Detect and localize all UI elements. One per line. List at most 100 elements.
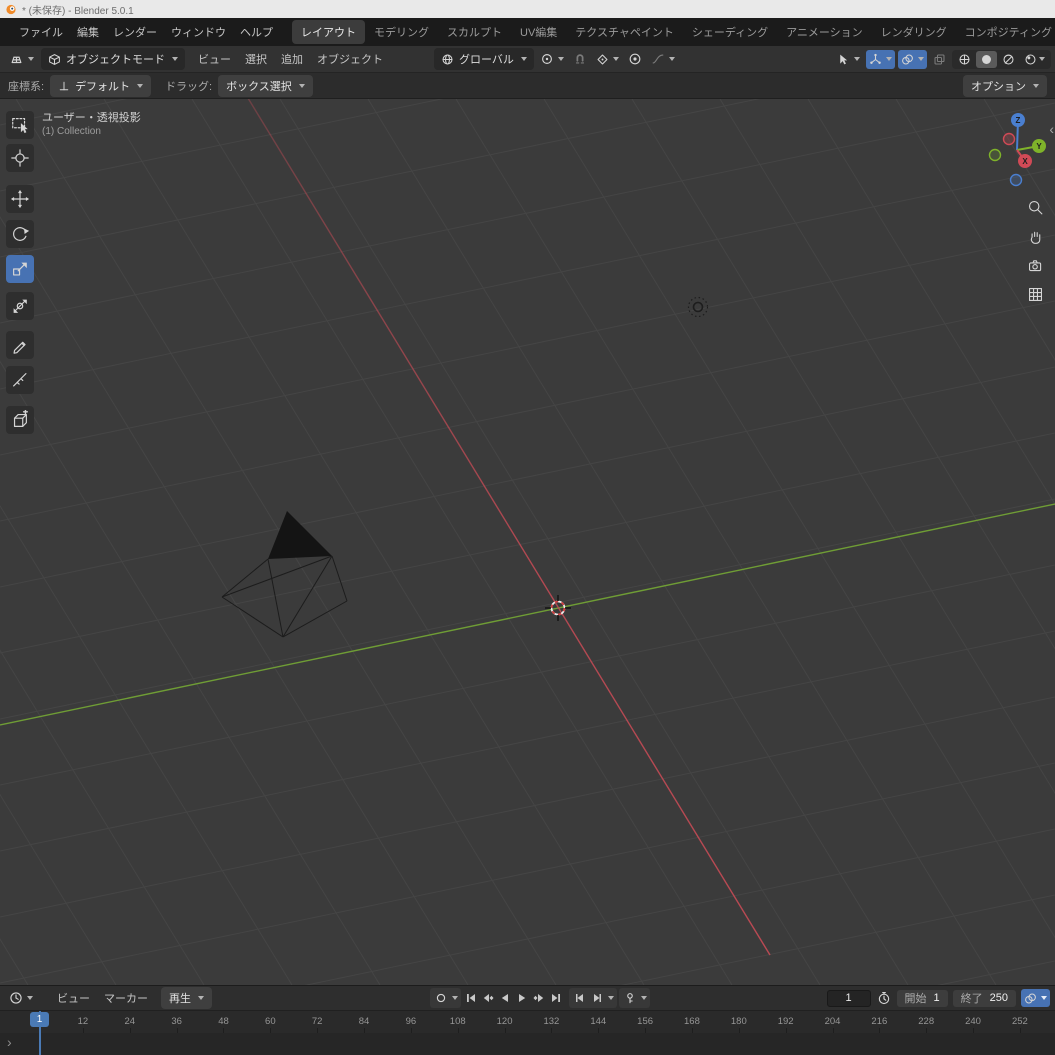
proportional-falloff-dropdown[interactable] <box>648 49 678 69</box>
tool-cursor[interactable] <box>6 144 34 172</box>
viewport-menu-4[interactable]: オブジェクト <box>310 48 390 70</box>
light-object[interactable] <box>687 296 709 318</box>
keying-popover[interactable] <box>641 996 647 1000</box>
snap-target-icon <box>597 54 608 64</box>
jump-to-start-button[interactable] <box>463 989 478 1007</box>
object-mode-dropdown[interactable]: オブジェクトモード <box>41 48 185 70</box>
snap-target-dropdown[interactable] <box>593 50 622 69</box>
play-button[interactable] <box>514 989 529 1007</box>
playhead[interactable]: 1 <box>30 1012 49 1027</box>
scale-tool-icon <box>13 262 27 276</box>
tool-add-cube[interactable] <box>6 406 34 434</box>
frame-jump-forward-button[interactable] <box>589 989 604 1007</box>
frame-end-field[interactable]: 終了 250 <box>952 989 1016 1007</box>
gizmo-axis-y-negative[interactable] <box>988 148 1002 162</box>
viewport-menu-1[interactable]: ビュー <box>191 48 238 70</box>
tool-move[interactable] <box>6 185 34 213</box>
tool-rotate[interactable] <box>6 220 34 248</box>
jump-next-keyframe-button[interactable] <box>531 989 546 1007</box>
timeline-menu-2[interactable]: マーカー <box>97 987 155 1009</box>
viewport-3d[interactable]: ユーザー・透視投影 (1) Collection Z Y X ‹ <box>0 99 1055 985</box>
auto-keying-popover[interactable] <box>452 996 458 1000</box>
channel-expand-chevron[interactable]: › <box>7 1034 12 1050</box>
navigation-gizmo[interactable]: Z Y X <box>982 105 1052 197</box>
tool-measure[interactable] <box>6 366 34 394</box>
snap-toggle[interactable] <box>570 49 590 69</box>
transform-orientation-dropdown[interactable]: グローバル <box>434 48 534 70</box>
ruler-frame-36: 36 <box>171 1016 182 1027</box>
coord-axes-icon <box>59 81 69 90</box>
pivot-point-dropdown[interactable] <box>537 49 567 69</box>
tool-select-box[interactable] <box>6 111 34 139</box>
coord-system-dropdown[interactable]: デフォルト <box>50 74 152 97</box>
coord-system-label: 座標系: <box>8 80 45 93</box>
show-overlays-toggle[interactable] <box>898 49 927 69</box>
shading-wireframe-icon <box>959 54 970 64</box>
pan-view-button[interactable] <box>1024 225 1046 247</box>
frame-start-field[interactable]: 開始 1 <box>896 989 948 1007</box>
menu-2[interactable]: 編集 <box>70 21 106 43</box>
workspace-tab-6[interactable]: シェーディング <box>683 20 777 44</box>
workspace-tabs: レイアウト モデリング スカルプト UV編集 テクスチャペイント シェーディング アニメーシ… <box>292 20 1055 44</box>
menu-3[interactable]: レンダー <box>106 21 164 43</box>
proportional-editing-icon <box>629 53 641 65</box>
move-tool-icon <box>10 189 30 209</box>
workspace-tab-7[interactable]: アニメーション <box>777 20 872 44</box>
tool-scale[interactable] <box>6 255 34 283</box>
shading-solid-button[interactable] <box>976 50 997 68</box>
menu-5[interactable]: ヘルプ <box>233 21 280 43</box>
menu-1[interactable]: ファイル <box>12 21 70 43</box>
options-label: オプション <box>971 80 1026 93</box>
options-dropdown[interactable]: オプション <box>963 74 1047 97</box>
play-reverse-button[interactable] <box>497 989 512 1007</box>
zoom-view-button[interactable] <box>1024 196 1046 218</box>
timeline-editor-type-selector[interactable] <box>6 988 36 1008</box>
drag-mode-dropdown[interactable]: ボックス選択 <box>218 74 313 97</box>
frame-jump-popover[interactable] <box>608 996 614 1000</box>
shading-rendered-button[interactable] <box>1020 51 1049 68</box>
keying-set-button[interactable] <box>622 989 637 1007</box>
clock-icon <box>10 992 22 1004</box>
ruler-frame-192: 192 <box>777 1016 794 1027</box>
workspace-tab-4[interactable]: UV編集 <box>511 20 566 44</box>
timeline-channel-area[interactable]: › <box>0 1033 1055 1055</box>
proportional-editing-toggle[interactable] <box>625 49 645 69</box>
jump-prev-keyframe-button[interactable] <box>480 989 495 1007</box>
preview-range-toggle[interactable] <box>876 989 892 1007</box>
workspace-tab-9[interactable]: コンポジティング <box>956 20 1055 44</box>
shading-material-button[interactable] <box>998 51 1019 68</box>
timeline-sync-toggle[interactable] <box>1021 989 1050 1007</box>
jump-to-end-button[interactable] <box>548 989 563 1007</box>
workspace-tab-8[interactable]: レンダリング <box>872 20 956 44</box>
workspace-tab-1[interactable]: レイアウト <box>292 20 365 44</box>
gizmo-axis-x-negative[interactable] <box>1002 132 1016 146</box>
gizmo-axis-z-negative[interactable] <box>1009 173 1023 187</box>
globe-icon <box>442 54 453 64</box>
tool-annotate[interactable] <box>6 331 34 359</box>
workspace-tab-2[interactable]: モデリング <box>365 20 438 44</box>
auto-keying-toggle[interactable] <box>433 989 448 1007</box>
viewport-menu-2[interactable]: 選択 <box>238 48 274 70</box>
show-gizmo-toggle[interactable] <box>866 49 895 69</box>
zoom-icon <box>1028 200 1042 214</box>
xray-toggle[interactable] <box>930 50 949 69</box>
tool-transform[interactable] <box>6 292 34 320</box>
frame-start-value: 1 <box>933 992 940 1004</box>
ruler-frame-180: 180 <box>730 1016 747 1027</box>
current-frame-field[interactable]: 1 <box>826 989 871 1007</box>
object-type-visibility-dropdown[interactable] <box>834 50 863 69</box>
workspace-tab-5[interactable]: テクスチャペイント <box>566 20 683 44</box>
viewport-menu-3[interactable]: 追加 <box>274 48 310 70</box>
timeline-menu-1[interactable]: ビュー <box>50 987 97 1009</box>
toggle-ortho-button[interactable] <box>1024 283 1046 305</box>
shading-wireframe-button[interactable] <box>954 51 975 68</box>
timeline-ruler[interactable]: 12 24 36 48 60 72 84 96 108 120 132 144 156 168 180 192… <box>0 1010 1055 1033</box>
sidebar-collapse-arrow[interactable]: ‹ <box>1049 122 1054 136</box>
menu-4[interactable]: ウィンドウ <box>164 21 233 43</box>
camera-view-button[interactable] <box>1024 254 1046 276</box>
workspace-tab-3[interactable]: スカルプト <box>438 20 511 44</box>
cone-object[interactable] <box>221 511 348 638</box>
editor-type-selector[interactable] <box>6 49 37 69</box>
frame-jump-back-button[interactable] <box>572 989 587 1007</box>
playback-dropdown[interactable]: 再生 <box>161 987 212 1009</box>
